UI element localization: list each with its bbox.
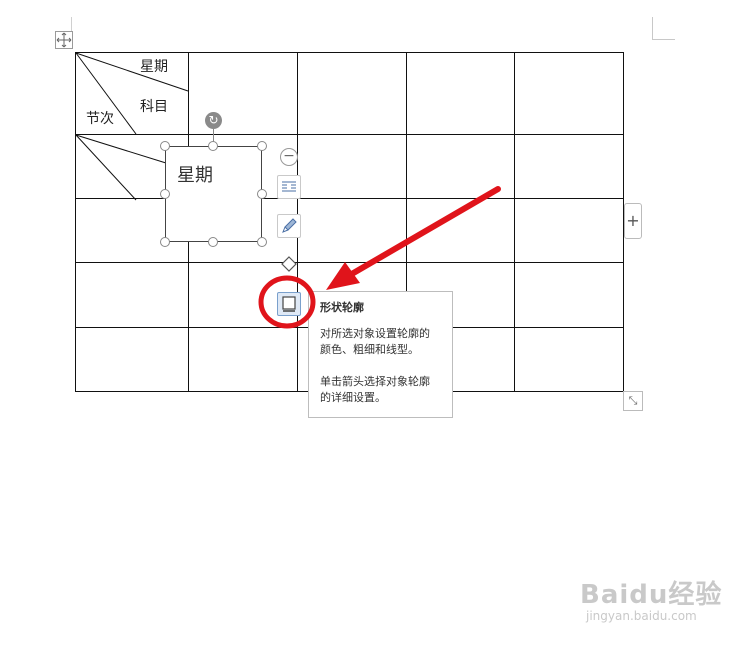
shape-fill-button[interactable] <box>277 253 301 277</box>
table-resize-button[interactable]: ⤡ <box>623 391 643 411</box>
add-column-button[interactable]: + <box>624 203 642 239</box>
tooltip-line-3: 单击箭头选择对象轮廓 <box>320 375 430 388</box>
baidu-watermark: Baidu经验 jingyan.baidu.com <box>580 574 722 623</box>
fill-brush-button[interactable] <box>277 214 301 238</box>
resize-handle-l[interactable] <box>160 189 170 199</box>
resize-handle-bl[interactable] <box>160 237 170 247</box>
shape-outline-icon <box>282 296 296 312</box>
shape-outline-tooltip: 形状轮廓 对所选对象设置轮廓的 颜色、粗细和线型。 单击箭头选择对象轮廓 的详细… <box>308 291 453 418</box>
resize-handle-tl[interactable] <box>160 141 170 151</box>
fill-brush-icon <box>282 218 297 233</box>
selected-textbox[interactable]: 星期 <box>165 146 262 242</box>
header-label-subject: 科目 <box>140 99 168 115</box>
shape-fill-icon <box>281 256 297 272</box>
rotate-icon[interactable]: ↻ <box>205 112 222 129</box>
tooltip-title: 形状轮廓 <box>320 301 364 314</box>
resize-handle-br[interactable] <box>257 237 267 247</box>
textbox-text[interactable]: 星期 <box>177 161 213 187</box>
text-wrap-button[interactable] <box>277 175 301 199</box>
watermark-logo: Baidu经验 <box>580 580 723 610</box>
header-diagonal-1 <box>75 52 189 92</box>
resize-handle-t[interactable] <box>208 141 218 151</box>
shape-outline-button[interactable] <box>277 292 301 316</box>
resize-handle-b[interactable] <box>208 237 218 247</box>
header-label-weekday: 星期 <box>140 59 168 75</box>
text-wrap-icon <box>282 181 296 192</box>
header-label-period: 节次 <box>86 111 114 127</box>
rotate-stem <box>213 128 214 142</box>
tooltip-line-4: 的详细设置。 <box>320 391 386 404</box>
watermark-url: jingyan.baidu.com <box>586 609 697 623</box>
resize-handle-tr[interactable] <box>257 141 267 151</box>
resize-handle-r[interactable] <box>257 189 267 199</box>
tooltip-line-2: 颜色、粗细和线型。 <box>320 343 419 356</box>
tooltip-line-1: 对所选对象设置轮廓的 <box>320 327 430 340</box>
collapse-toolbar-button[interactable]: − <box>280 148 298 166</box>
